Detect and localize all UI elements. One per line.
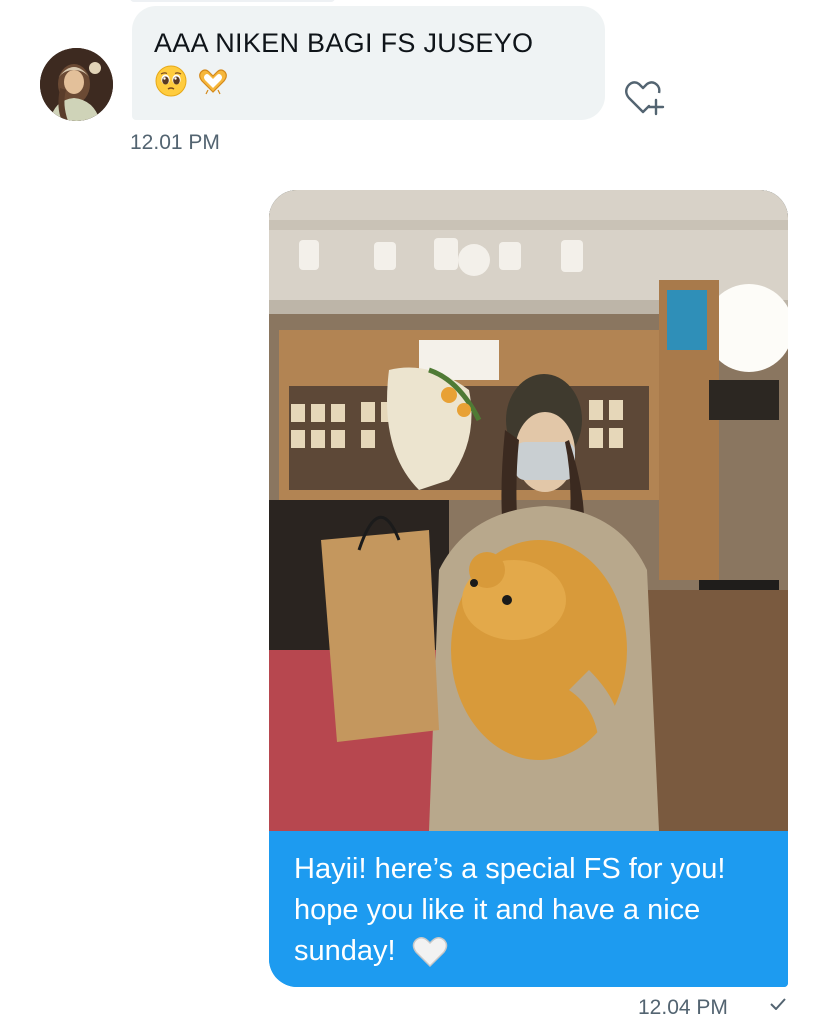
- incoming-message-text: AAA NIKEN BAGI FS JUSEYO: [154, 28, 534, 58]
- incoming-message-bubble[interactable]: AAA NIKEN BAGI FS JUSEYO: [132, 6, 605, 120]
- incoming-timestamp: 12.01 PM: [130, 131, 220, 154]
- white-heart-emoji: [412, 937, 447, 968]
- avatar-image: [40, 48, 113, 121]
- outgoing-message-bubble[interactable]: Hayii! here’s a special FS for you! hope…: [269, 190, 788, 987]
- outgoing-timestamp: 12.04 PM: [638, 996, 728, 1019]
- add-reaction-heart-icon: [625, 81, 665, 116]
- photo-person-with-bouquet-and-teddy-bear: [269, 190, 788, 831]
- sent-check-icon: [770, 998, 786, 1010]
- sender-avatar[interactable]: [40, 48, 113, 121]
- heart-hands-emoji: [199, 69, 227, 95]
- outgoing-message-text: Hayii! here’s a special FS for you! hope…: [294, 853, 726, 967]
- pleading-face-emoji: [155, 65, 187, 97]
- add-reaction-button[interactable]: [620, 74, 670, 120]
- incoming-emoji-row: [154, 64, 583, 98]
- previous-message-edge: [130, 0, 335, 2]
- outgoing-message-text-area: Hayii! here’s a special FS for you! hope…: [269, 831, 788, 987]
- attached-photo[interactable]: [269, 190, 788, 831]
